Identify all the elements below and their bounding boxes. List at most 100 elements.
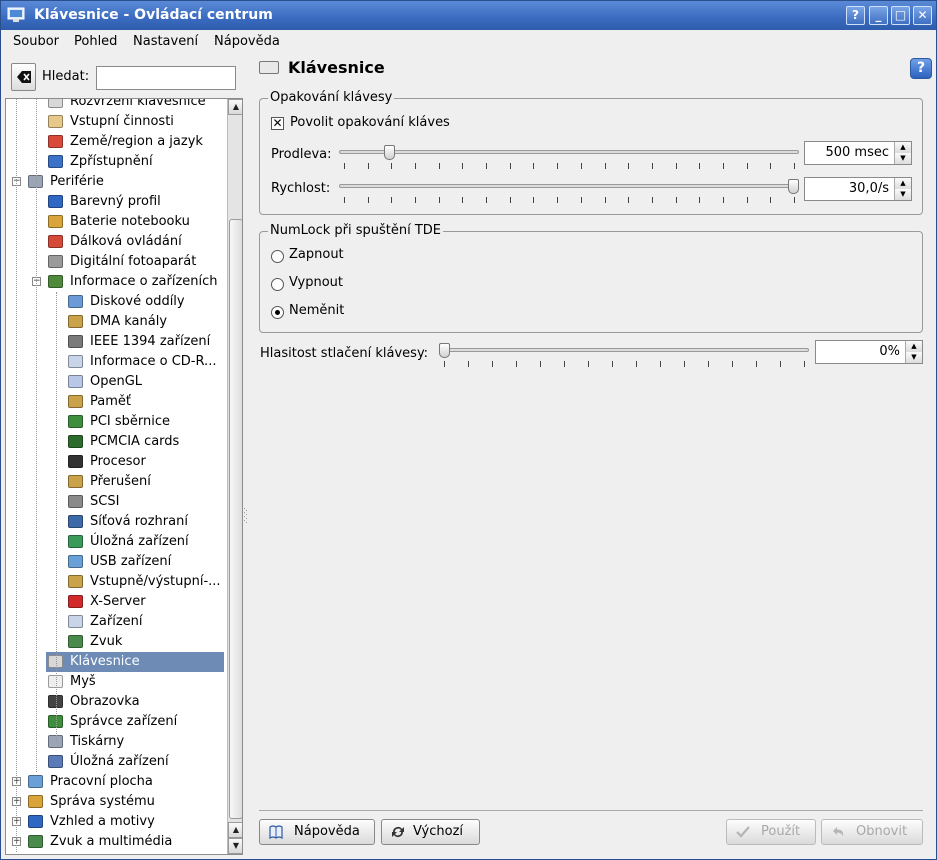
tree-item[interactable]: Informace o CD-R... <box>6 352 224 372</box>
rate-spinbox[interactable]: 30,0/s ▲ ▼ <box>804 177 912 201</box>
delay-spinbox[interactable]: 500 msec ▲ ▼ <box>804 141 912 165</box>
rate-slider-handle[interactable] <box>788 179 799 194</box>
tree-item[interactable]: Tiskárny <box>6 732 224 752</box>
panel-splitter[interactable] <box>244 98 248 855</box>
tree-item[interactable]: Digitální fotoaparát <box>6 252 224 272</box>
tree-item[interactable]: Baterie notebooku <box>6 212 224 232</box>
scroll-up-button[interactable]: ▲ <box>228 99 242 115</box>
scroll-down-button[interactable]: ▼ <box>228 838 242 854</box>
numlock-on-label: Zapnout <box>289 247 344 262</box>
search-input[interactable] <box>96 66 236 90</box>
pci-icon <box>68 415 83 428</box>
menu-settings[interactable]: Nastavení <box>133 34 198 49</box>
tree-item[interactable]: X-Server <box>6 592 224 612</box>
slider-tick <box>557 197 559 203</box>
close-button[interactable]: ✕ <box>913 6 932 25</box>
tree-item[interactable]: Rozvržení klávesnice <box>6 99 224 112</box>
menu-file[interactable]: Soubor <box>13 34 59 49</box>
tree-item[interactable]: DMA kanály <box>6 312 224 332</box>
tree-item[interactable]: Diskové oddíly <box>6 292 224 312</box>
slider-tick <box>684 361 685 367</box>
tree-item[interactable]: Vstupní činnosti <box>6 112 224 132</box>
tree-item[interactable]: Obrazovka <box>6 692 224 712</box>
slider-tick <box>438 163 440 169</box>
menu-help[interactable]: Nápověda <box>214 34 280 49</box>
maximize-button[interactable]: □ <box>891 6 910 25</box>
tree-item[interactable]: Vstupně/výstupní-... <box>6 572 224 592</box>
enable-repeat-checkbox[interactable]: ✕ <box>271 117 284 130</box>
tree-item[interactable]: Barevný profil <box>6 192 224 212</box>
delay-down-arrow[interactable]: ▼ <box>894 153 911 164</box>
context-help-button[interactable]: ? <box>846 6 865 25</box>
storage-icon <box>68 535 83 548</box>
numlock-off-radio[interactable] <box>271 278 284 291</box>
tree-item[interactable]: Zpřístupnění <box>6 152 224 172</box>
apply-button[interactable]: Použít <box>726 819 816 845</box>
help-button[interactable]: Nápověda <box>259 819 375 845</box>
slider-tick <box>770 163 772 169</box>
click-volume-down-arrow[interactable]: ▼ <box>905 352 922 363</box>
tree-item[interactable]: + Vzhled a motivy <box>6 812 224 832</box>
tree-item-label: Správa systému <box>50 794 155 809</box>
tree-item[interactable]: Přerušení <box>6 472 224 492</box>
menu-view[interactable]: Pohled <box>74 34 117 49</box>
slider-tick <box>486 163 488 169</box>
delay-slider-handle[interactable] <box>383 145 395 160</box>
slider-tick <box>675 197 677 203</box>
rate-slider-track[interactable] <box>339 184 799 188</box>
scroll-thumb[interactable] <box>229 219 242 819</box>
reset-button[interactable]: Obnovit <box>821 819 923 845</box>
tree-item[interactable]: Úložná zařízení <box>6 752 224 772</box>
tree-item[interactable]: Země/region a jazyk <box>6 132 224 152</box>
click-volume-spinbox[interactable]: 0% ▲ ▼ <box>815 340 923 364</box>
tree-item-label: Zvuk a multimédia <box>50 834 173 849</box>
tree-item[interactable]: PCI sběrnice <box>6 412 224 432</box>
tree-item[interactable]: Správce zařízení <box>6 712 224 732</box>
tree-item[interactable]: IEEE 1394 zařízení <box>6 332 224 352</box>
delay-up-arrow[interactable]: ▲ <box>894 142 911 153</box>
slider-tick <box>533 163 535 169</box>
tree-item[interactable]: Zvuk <box>6 632 224 652</box>
tree-item[interactable]: + Zvuk a multimédia <box>6 832 224 852</box>
slider-tick <box>391 163 393 169</box>
defaults-button[interactable]: Výchozí <box>381 819 480 845</box>
tree-item[interactable]: Zařízení <box>6 612 224 632</box>
tree-item[interactable]: SCSI <box>6 492 224 512</box>
tree-item[interactable]: + Pracovní plocha <box>6 772 224 792</box>
click-volume-slider-track[interactable] <box>439 348 809 352</box>
tree-item[interactable]: Úložná zařízení <box>6 532 224 552</box>
title-bar[interactable]: Klávesnice - Ovládací centrum ? _ □ ✕ <box>1 1 936 30</box>
tree-item[interactable]: OpenGL <box>6 372 224 392</box>
help-icon[interactable]: ? <box>910 58 932 79</box>
scroll-up-button-lower[interactable]: ▲ <box>228 822 242 838</box>
tree-item[interactable]: + Správa systému <box>6 792 224 812</box>
rate-down-arrow[interactable]: ▼ <box>894 189 911 200</box>
clear-search-button[interactable] <box>11 63 36 91</box>
x-server-icon <box>68 595 83 608</box>
tree-item-label: Vzhled a motivy <box>50 814 155 829</box>
tree-item[interactable]: USB zařízení <box>6 552 224 572</box>
tree-item[interactable]: Paměť <box>6 392 224 412</box>
tree-item[interactable]: Klávesnice <box>46 652 224 672</box>
tree-item[interactable]: − Informace o zařízeních <box>6 272 224 292</box>
slider-tick <box>746 163 748 169</box>
numlock-unchanged-radio[interactable] <box>271 306 284 319</box>
tree-item[interactable]: Síťová rozhraní <box>6 512 224 532</box>
numlock-on-radio[interactable] <box>271 250 284 263</box>
minimize-button[interactable]: _ <box>869 6 888 25</box>
rate-up-arrow[interactable]: ▲ <box>894 178 911 189</box>
tree-item[interactable]: PCMCIA cards <box>6 432 224 452</box>
reset-button-label: Obnovit <box>856 824 908 839</box>
delay-slider-track[interactable] <box>339 150 799 154</box>
tree-item[interactable]: Procesor <box>6 452 224 472</box>
module-tree: Rozvržení klávesnice Vstupní činnosti Země… <box>5 98 243 855</box>
interrupts-icon <box>68 475 83 488</box>
tree-item[interactable]: Myš <box>6 672 224 692</box>
slider-tick <box>580 197 582 203</box>
click-volume-up-arrow[interactable]: ▲ <box>905 341 922 352</box>
tree-scrollbar[interactable]: ▲ ▲ ▼ <box>227 99 242 854</box>
tree-item[interactable]: − Periférie <box>6 172 224 192</box>
cdrom-icon <box>68 355 83 368</box>
tree-item[interactable]: Dálková ovládání <box>6 232 224 252</box>
click-volume-slider-handle[interactable] <box>439 343 450 358</box>
